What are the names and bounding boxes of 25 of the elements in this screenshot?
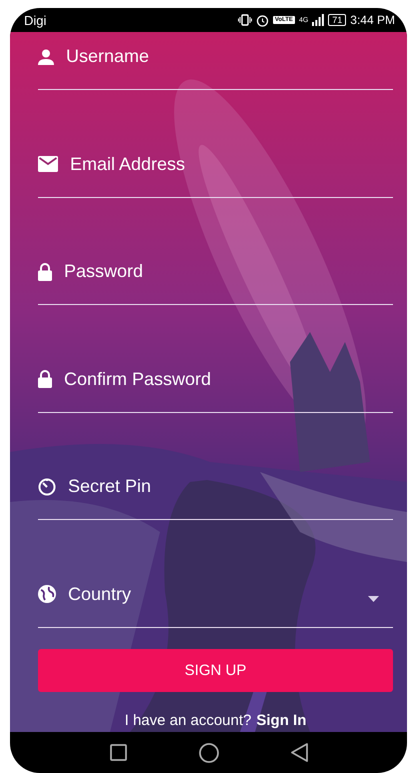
dropdown-caret-icon [368,596,379,602]
sign-in-link[interactable]: Sign In [256,712,306,729]
clock-time: 3:44 PM [350,13,395,27]
account-prompt: I have an account? [124,712,252,729]
back-icon[interactable] [290,743,308,762]
globe-icon [38,585,56,604]
lock-icon [38,262,52,281]
input-field[interactable]: Username [66,46,393,67]
vibrate-icon [238,14,252,26]
country-dropdown[interactable]: Country [68,584,356,605]
input-field[interactable]: Email Address [70,154,393,175]
input-field[interactable]: Password [64,261,393,282]
signal-icon [312,14,324,26]
recent-apps-icon[interactable] [110,744,126,761]
sign-up-button[interactable]: SIGN UP [38,648,393,692]
alarm-icon [256,14,269,26]
home-icon[interactable] [198,742,218,762]
lock-icon [38,370,52,388]
input-field[interactable]: Confirm Password [64,368,393,390]
person-icon [38,48,54,64]
battery-level: 71 [328,14,346,26]
input-field[interactable]: Secret Pin [68,476,393,498]
carrier-name: Digi [24,12,46,28]
envelope-icon [38,156,58,172]
timer-icon [38,478,56,496]
